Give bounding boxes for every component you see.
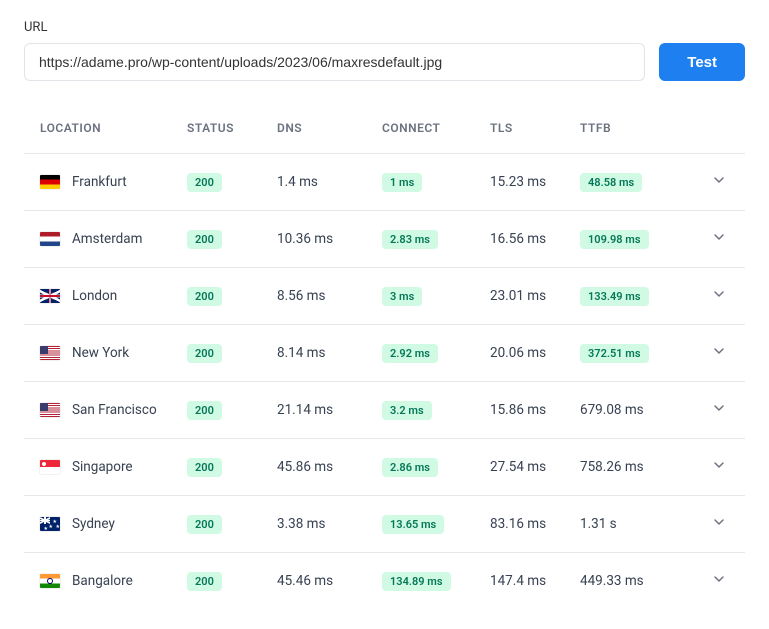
col-header-tls: TLS xyxy=(482,109,572,154)
table-row: Amsterdam 200 10.36 ms 2.83 ms 16.56 ms 109.… xyxy=(24,211,745,268)
flag-icon xyxy=(40,346,60,360)
connect-badge: 134.89 ms xyxy=(382,572,451,591)
connect-badge: 2.83 ms xyxy=(382,230,438,249)
ttfb-value: 758.26 ms xyxy=(580,459,644,475)
url-label: URL xyxy=(24,20,745,35)
dns-value: 45.86 ms xyxy=(269,439,374,496)
ttfb-value: 449.33 ms xyxy=(580,573,644,589)
flag-icon xyxy=(40,460,60,474)
col-header-connect: CONNECT xyxy=(374,109,482,154)
ttfb-badge: 48.58 ms xyxy=(580,173,642,192)
flag-icon xyxy=(40,289,60,303)
table-row: San Francisco 200 21.14 ms 3.2 ms 15.86 ms 6… xyxy=(24,382,745,439)
location-name: Amsterdam xyxy=(72,231,142,247)
location-name: Singapore xyxy=(72,459,133,475)
location-name: Bangalore xyxy=(72,573,133,589)
dns-value: 45.46 ms xyxy=(269,553,374,610)
status-badge: 200 xyxy=(187,230,222,249)
chevron-down-icon[interactable] xyxy=(711,514,727,534)
ttfb-badge: 109.98 ms xyxy=(580,230,649,249)
tls-value: 15.86 ms xyxy=(482,382,572,439)
status-badge: 200 xyxy=(187,458,222,477)
status-badge: 200 xyxy=(187,287,222,306)
flag-icon xyxy=(40,175,60,189)
chevron-down-icon[interactable] xyxy=(711,286,727,306)
table-row: Frankfurt 200 1.4 ms 1 ms 15.23 ms 48.58 ms xyxy=(24,154,745,211)
tls-value: 15.23 ms xyxy=(482,154,572,211)
flag-icon xyxy=(40,517,60,531)
location-name: London xyxy=(72,288,117,304)
status-badge: 200 xyxy=(187,173,222,192)
connect-badge: 2.86 ms xyxy=(382,458,438,477)
connect-badge: 13.65 ms xyxy=(382,515,444,534)
chevron-down-icon[interactable] xyxy=(711,343,727,363)
table-row: London 200 8.56 ms 3 ms 23.01 ms 133.49 ms xyxy=(24,268,745,325)
tls-value: 147.4 ms xyxy=(482,553,572,610)
tls-value: 16.56 ms xyxy=(482,211,572,268)
chevron-down-icon[interactable] xyxy=(711,457,727,477)
chevron-down-icon[interactable] xyxy=(711,172,727,192)
dns-value: 3.38 ms xyxy=(269,496,374,553)
status-badge: 200 xyxy=(187,572,222,591)
url-input[interactable] xyxy=(24,43,645,81)
status-badge: 200 xyxy=(187,401,222,420)
col-header-dns: DNS xyxy=(269,109,374,154)
chevron-down-icon[interactable] xyxy=(711,229,727,249)
col-header-status: STATUS xyxy=(179,109,269,154)
location-name: San Francisco xyxy=(72,402,157,418)
connect-badge: 1 ms xyxy=(382,173,422,192)
flag-icon xyxy=(40,403,60,417)
dns-value: 10.36 ms xyxy=(269,211,374,268)
ttfb-value: 1.31 s xyxy=(580,516,617,532)
tls-value: 27.54 ms xyxy=(482,439,572,496)
connect-badge: 3 ms xyxy=(382,287,422,306)
table-row: Sydney 200 3.38 ms 13.65 ms 83.16 ms 1.31 s xyxy=(24,496,745,553)
tls-value: 20.06 ms xyxy=(482,325,572,382)
location-name: Sydney xyxy=(72,516,115,532)
table-row: Singapore 200 45.86 ms 2.86 ms 27.54 ms 758.… xyxy=(24,439,745,496)
ttfb-badge: 372.51 ms xyxy=(580,344,649,363)
chevron-down-icon[interactable] xyxy=(711,571,727,591)
col-header-ttfb: TTFB xyxy=(572,109,687,154)
tls-value: 83.16 ms xyxy=(482,496,572,553)
ttfb-value: 679.08 ms xyxy=(580,402,644,418)
dns-value: 1.4 ms xyxy=(269,154,374,211)
ttfb-badge: 133.49 ms xyxy=(580,287,649,306)
col-header-location: LOCATION xyxy=(24,109,179,154)
flag-icon xyxy=(40,232,60,246)
results-table: LOCATION STATUS DNS CONNECT TLS TTFB Fra… xyxy=(24,109,745,609)
dns-value: 8.56 ms xyxy=(269,268,374,325)
connect-badge: 2.92 ms xyxy=(382,344,438,363)
chevron-down-icon[interactable] xyxy=(711,400,727,420)
status-badge: 200 xyxy=(187,344,222,363)
location-name: Frankfurt xyxy=(72,174,127,190)
dns-value: 8.14 ms xyxy=(269,325,374,382)
status-badge: 200 xyxy=(187,515,222,534)
tls-value: 23.01 ms xyxy=(482,268,572,325)
dns-value: 21.14 ms xyxy=(269,382,374,439)
connect-badge: 3.2 ms xyxy=(382,401,432,420)
test-button[interactable]: Test xyxy=(659,43,745,81)
table-row: Bangalore 200 45.46 ms 134.89 ms 147.4 ms 44… xyxy=(24,553,745,610)
location-name: New York xyxy=(72,345,129,361)
flag-icon xyxy=(40,574,60,588)
table-row: New York 200 8.14 ms 2.92 ms 20.06 ms 372.51… xyxy=(24,325,745,382)
